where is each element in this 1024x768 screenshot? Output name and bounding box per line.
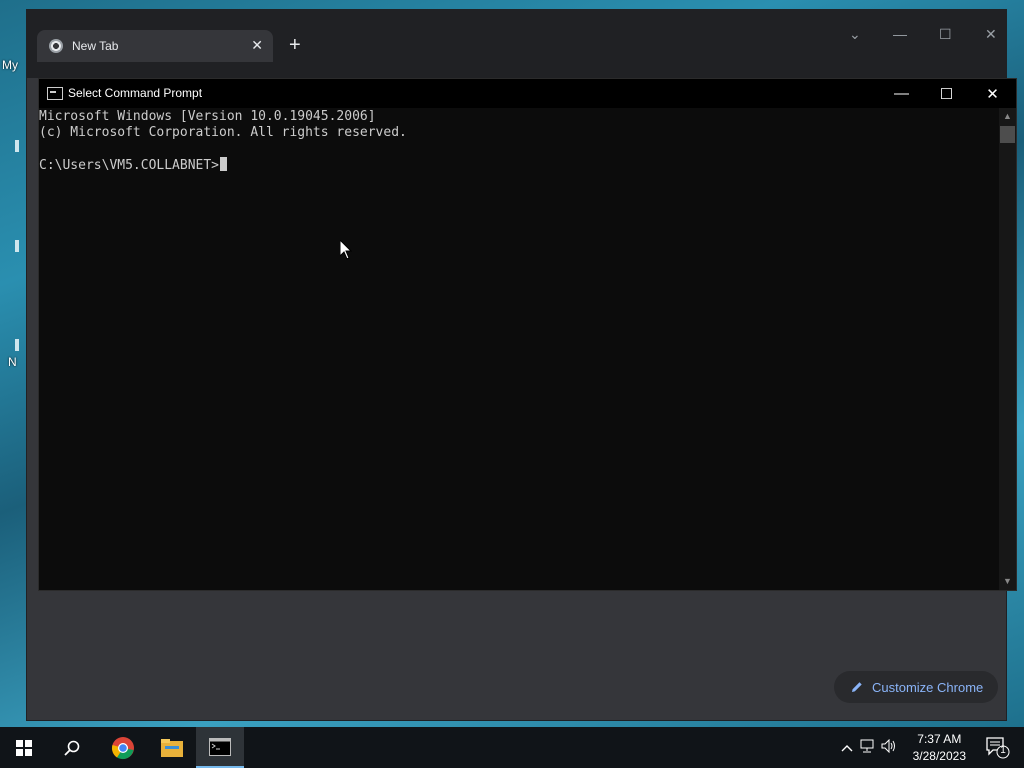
console-line: (c) Microsoft Corporation. All rights re…: [39, 125, 407, 140]
window-title: Select Command Prompt: [68, 86, 203, 100]
system-tray: [838, 727, 900, 768]
desktop-icon-label[interactable]: N: [8, 355, 17, 369]
cmd-titlebar[interactable]: Select Command Prompt — ☐ ✕: [39, 79, 1016, 108]
taskbar-command-prompt[interactable]: [196, 727, 244, 768]
taskbar: 7:37 AM 3/28/2023 1: [0, 727, 1024, 768]
windows-logo-icon: [16, 739, 32, 756]
console-prompt: C:\Users\VM5.COLLABNET>: [39, 158, 220, 173]
clock[interactable]: 7:37 AM 3/28/2023: [913, 731, 966, 765]
scrollbar[interactable]: ▲ ▼: [999, 108, 1016, 590]
new-tab-button[interactable]: +: [289, 34, 301, 57]
tab-title: New Tab: [72, 39, 119, 53]
desktop-icon[interactable]: [15, 140, 19, 152]
clock-time: 7:37 AM: [917, 732, 962, 746]
customize-chrome-label: Customize Chrome: [872, 679, 984, 695]
chrome-maximize-button[interactable]: ☐: [939, 26, 952, 43]
tab-search-icon[interactable]: ⌄: [849, 26, 861, 43]
mouse-pointer-icon: [340, 240, 352, 260]
command-prompt-window[interactable]: Select Command Prompt — ☐ ✕ Microsoft Wi…: [39, 79, 1016, 590]
customize-chrome-button[interactable]: Customize Chrome: [834, 671, 998, 703]
chrome-icon: [111, 736, 134, 759]
console-line: Microsoft Windows [Version 10.0.19045.20…: [39, 109, 376, 124]
taskbar-chrome[interactable]: [99, 727, 147, 768]
volume-icon[interactable]: [878, 738, 900, 756]
show-hidden-icons-chevron-icon[interactable]: [838, 741, 856, 755]
tab-close-icon[interactable]: ✕: [251, 37, 263, 54]
desktop-icon[interactable]: [15, 339, 19, 351]
desktop-icon-label[interactable]: My: [2, 58, 18, 72]
search-button[interactable]: [48, 727, 96, 768]
clock-date: 3/28/2023: [912, 749, 966, 763]
chrome-minimize-button[interactable]: —: [893, 26, 907, 42]
minimize-button[interactable]: —: [879, 79, 924, 108]
console-prompt-line[interactable]: C:\Users\VM5.COLLABNET>: [39, 157, 228, 174]
scrollbar-thumb[interactable]: [1000, 126, 1015, 143]
maximize-button[interactable]: ☐: [924, 79, 969, 108]
tab-new-tab[interactable]: New Tab ✕: [37, 30, 273, 62]
file-explorer-icon: [161, 738, 183, 757]
console-output[interactable]: Microsoft Windows [Version 10.0.19045.20…: [39, 108, 999, 590]
desktop-icon[interactable]: [15, 240, 19, 252]
taskbar-file-explorer[interactable]: [148, 727, 196, 768]
scroll-down-arrow-icon[interactable]: ▼: [999, 573, 1016, 590]
pencil-icon: [852, 682, 862, 692]
search-icon: [64, 740, 80, 756]
action-center-button[interactable]: 1: [986, 737, 1010, 764]
text-cursor: [220, 157, 228, 171]
command-prompt-icon: [209, 737, 231, 756]
chrome-logo-icon: [49, 39, 63, 53]
chrome-tabstrip: New Tab ✕ + ⌄ — ☐ ✕: [27, 10, 1006, 78]
start-button[interactable]: [0, 727, 48, 768]
command-prompt-icon: [47, 87, 63, 100]
scroll-up-arrow-icon[interactable]: ▲: [999, 108, 1016, 125]
network-icon[interactable]: [856, 739, 878, 756]
notification-count: 1: [1000, 745, 1006, 756]
chrome-close-button[interactable]: ✕: [985, 26, 997, 43]
close-button[interactable]: ✕: [970, 79, 1015, 108]
